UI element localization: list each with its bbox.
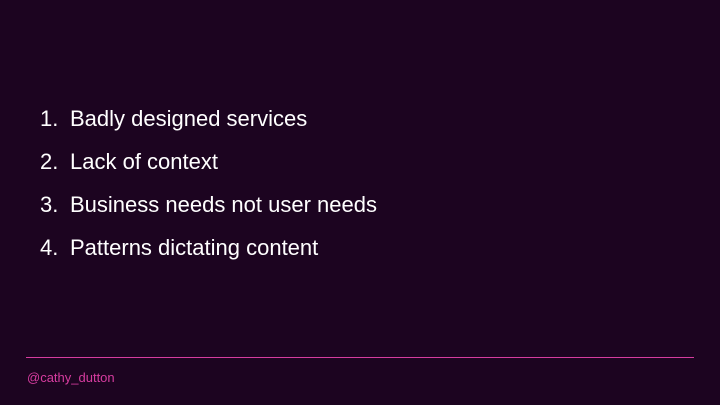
list-item-text: Patterns dictating content [70,235,319,260]
numbered-list: 1. Badly designed services 2. Lack of co… [40,104,377,276]
footer-divider [26,357,694,358]
list-item-number: 1. [40,106,59,131]
list-item: 2. Lack of context [40,147,377,190]
list-item-text: Lack of context [70,149,218,174]
presentation-slide: 1. Badly designed services 2. Lack of co… [0,0,720,405]
list-item-text: Badly designed services [70,106,308,131]
list-item: 1. Badly designed services [40,104,377,147]
list-item-number: 4. [40,235,59,260]
list-item-number: 2. [40,149,59,174]
list-item-text: Business needs not user needs [70,192,377,217]
list-item-number: 3. [40,192,59,217]
list-item: 3. Business needs not user needs [40,190,377,233]
list-item: 4. Patterns dictating content [40,233,377,276]
author-handle: @cathy_dutton [27,370,115,385]
